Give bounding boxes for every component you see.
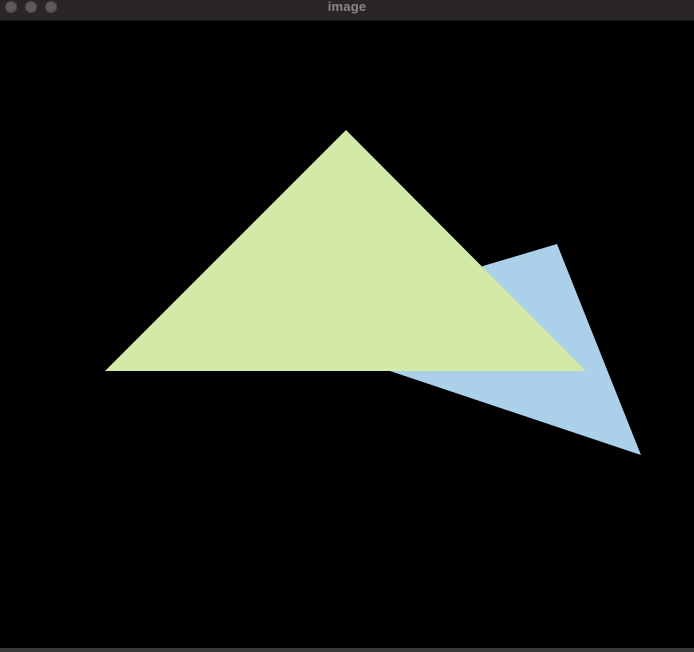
window-title: image [327,0,367,14]
triangle-render [105,130,641,455]
image-window: image [0,0,694,652]
bottom-edge [0,648,694,652]
title-bar[interactable]: image [0,0,694,21]
image-canvas [0,21,694,648]
green-triangle [105,130,586,371]
